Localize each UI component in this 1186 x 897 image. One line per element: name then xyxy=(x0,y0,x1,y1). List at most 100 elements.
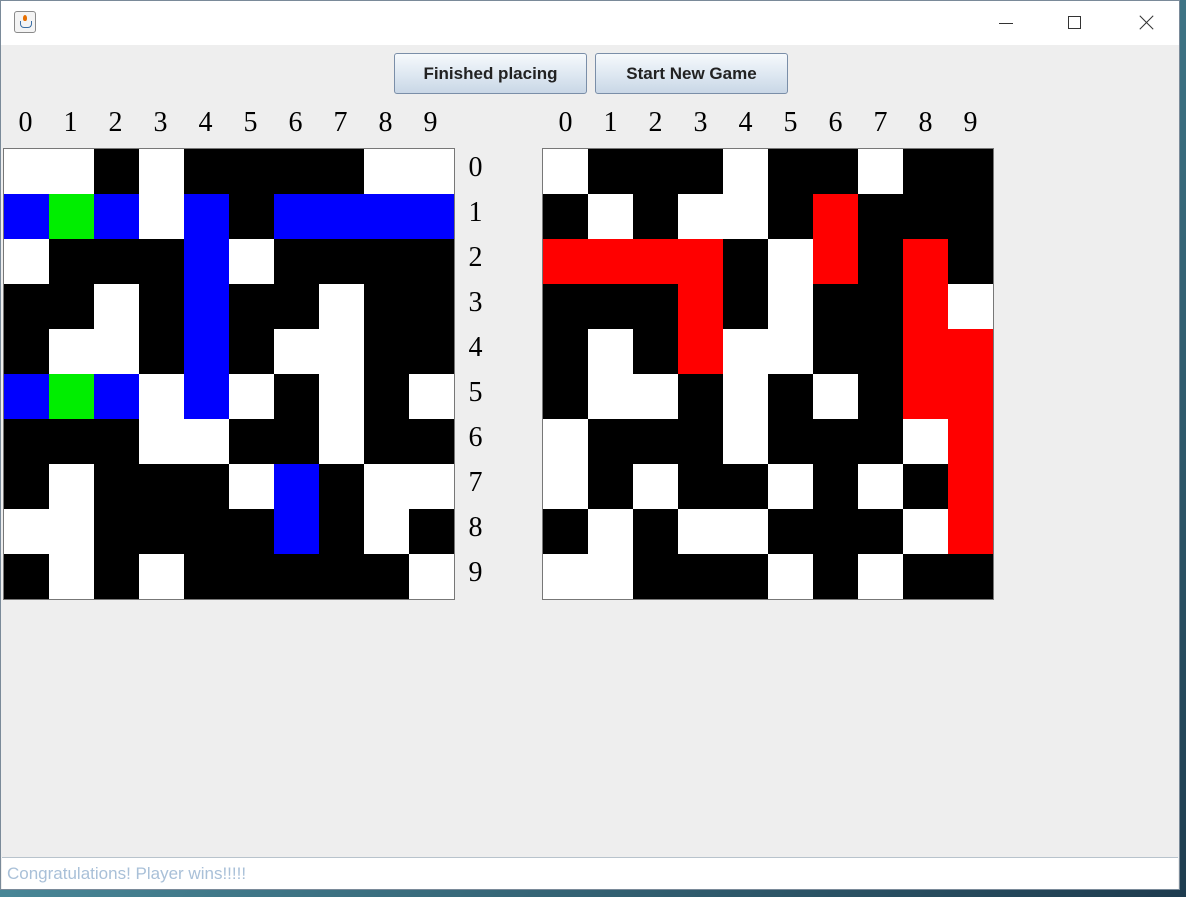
board-cell[interactable] xyxy=(858,374,903,419)
board-cell[interactable] xyxy=(903,329,948,374)
board-cell[interactable] xyxy=(723,284,768,329)
board-cell[interactable] xyxy=(723,554,768,599)
board-cell[interactable] xyxy=(588,239,633,284)
board-cell[interactable] xyxy=(768,554,813,599)
board-cell[interactable] xyxy=(678,194,723,239)
board-cell[interactable] xyxy=(948,149,993,194)
board-cell[interactable] xyxy=(768,374,813,419)
opponent-board[interactable] xyxy=(542,148,994,600)
board-cell[interactable] xyxy=(903,554,948,599)
board-cell[interactable] xyxy=(543,239,588,284)
board-cell[interactable] xyxy=(768,149,813,194)
board-cell[interactable] xyxy=(858,149,903,194)
board-cell[interactable] xyxy=(723,239,768,284)
board-cell[interactable] xyxy=(678,554,723,599)
board-cell[interactable] xyxy=(678,284,723,329)
board-cell[interactable] xyxy=(588,509,633,554)
board-cell[interactable] xyxy=(768,239,813,284)
board-cell[interactable] xyxy=(678,374,723,419)
board-cell[interactable] xyxy=(858,239,903,284)
board-cell[interactable] xyxy=(858,284,903,329)
board-cell[interactable] xyxy=(678,239,723,284)
board-cell[interactable] xyxy=(813,329,858,374)
board-cell[interactable] xyxy=(903,239,948,284)
board-cell[interactable] xyxy=(858,554,903,599)
board-cell[interactable] xyxy=(948,374,993,419)
board-cell[interactable] xyxy=(948,419,993,464)
board-cell[interactable] xyxy=(723,374,768,419)
board-cell[interactable] xyxy=(768,419,813,464)
board-cell[interactable] xyxy=(723,509,768,554)
board-cell[interactable] xyxy=(813,284,858,329)
board-cell[interactable] xyxy=(543,284,588,329)
board-cell[interactable] xyxy=(858,464,903,509)
board-cell[interactable] xyxy=(543,194,588,239)
board-cell[interactable] xyxy=(633,554,678,599)
board-cell[interactable] xyxy=(723,464,768,509)
board-cell[interactable] xyxy=(768,509,813,554)
board-cell[interactable] xyxy=(948,509,993,554)
board-cell[interactable] xyxy=(633,509,678,554)
board-cell[interactable] xyxy=(813,374,858,419)
board-cell[interactable] xyxy=(948,284,993,329)
board-cell[interactable] xyxy=(633,464,678,509)
board-cell[interactable] xyxy=(768,329,813,374)
close-icon[interactable] xyxy=(1123,1,1169,45)
board-cell[interactable] xyxy=(588,374,633,419)
board-cell[interactable] xyxy=(633,284,678,329)
board-cell[interactable] xyxy=(903,464,948,509)
board-cell[interactable] xyxy=(633,239,678,284)
board-cell[interactable] xyxy=(588,419,633,464)
board-cell[interactable] xyxy=(813,554,858,599)
board-cell[interactable] xyxy=(633,419,678,464)
board-cell[interactable] xyxy=(723,194,768,239)
board-cell[interactable] xyxy=(588,554,633,599)
board-cell[interactable] xyxy=(543,329,588,374)
board-cell[interactable] xyxy=(858,194,903,239)
board-cell[interactable] xyxy=(813,149,858,194)
board-cell[interactable] xyxy=(543,374,588,419)
board-cell[interactable] xyxy=(588,464,633,509)
board-cell[interactable] xyxy=(813,194,858,239)
board-cell[interactable] xyxy=(723,149,768,194)
board-cell[interactable] xyxy=(768,284,813,329)
board-cell[interactable] xyxy=(948,464,993,509)
board-cell[interactable] xyxy=(723,419,768,464)
board-cell[interactable] xyxy=(588,149,633,194)
board-cell[interactable] xyxy=(588,329,633,374)
finished-placing-button[interactable]: Finished placing xyxy=(394,53,587,94)
board-cell[interactable] xyxy=(678,329,723,374)
maximize-icon[interactable] xyxy=(1052,1,1098,45)
board-cell[interactable] xyxy=(588,284,633,329)
board-cell[interactable] xyxy=(903,509,948,554)
board-cell[interactable] xyxy=(948,329,993,374)
board-cell[interactable] xyxy=(948,554,993,599)
board-cell[interactable] xyxy=(543,554,588,599)
board-cell[interactable] xyxy=(903,284,948,329)
board-cell[interactable] xyxy=(678,149,723,194)
board-cell[interactable] xyxy=(858,509,903,554)
board-cell[interactable] xyxy=(678,464,723,509)
board-cell[interactable] xyxy=(543,419,588,464)
board-cell[interactable] xyxy=(813,239,858,284)
board-cell[interactable] xyxy=(858,419,903,464)
board-cell[interactable] xyxy=(903,374,948,419)
board-cell[interactable] xyxy=(588,194,633,239)
board-cell[interactable] xyxy=(543,464,588,509)
board-cell[interactable] xyxy=(948,239,993,284)
start-new-game-button[interactable]: Start New Game xyxy=(595,53,788,94)
minimize-icon[interactable] xyxy=(983,1,1029,45)
board-cell[interactable] xyxy=(543,149,588,194)
board-cell[interactable] xyxy=(768,194,813,239)
board-cell[interactable] xyxy=(948,194,993,239)
board-cell[interactable] xyxy=(813,464,858,509)
board-cell[interactable] xyxy=(543,509,588,554)
board-cell[interactable] xyxy=(903,419,948,464)
board-cell[interactable] xyxy=(678,419,723,464)
board-cell[interactable] xyxy=(633,194,678,239)
board-cell[interactable] xyxy=(813,509,858,554)
board-cell[interactable] xyxy=(723,329,768,374)
board-cell[interactable] xyxy=(813,419,858,464)
board-cell[interactable] xyxy=(858,329,903,374)
board-cell[interactable] xyxy=(903,149,948,194)
